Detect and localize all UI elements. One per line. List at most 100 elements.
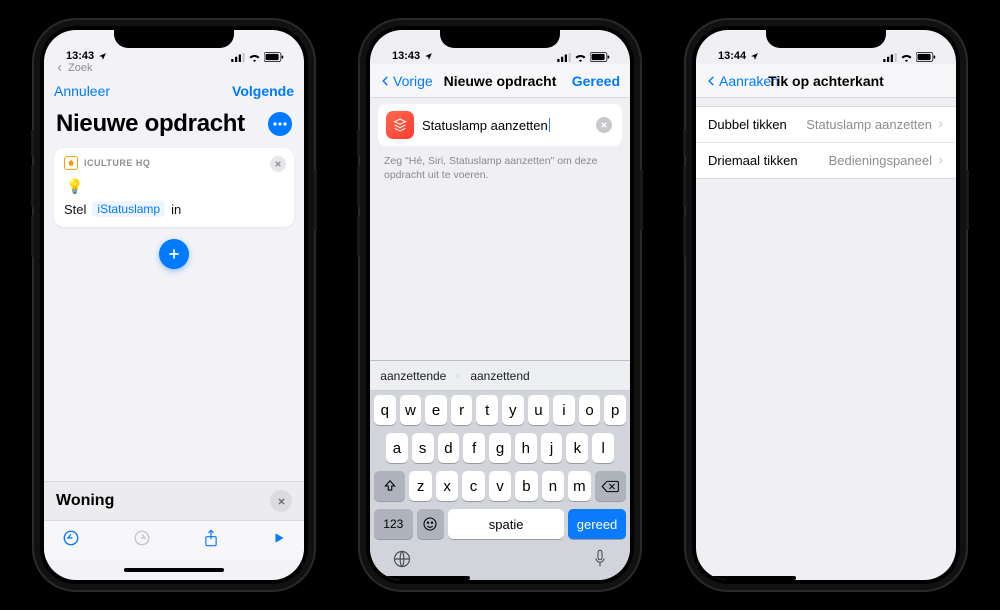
battery-icon	[916, 52, 936, 62]
device-chip[interactable]: iStatuslamp	[92, 201, 165, 217]
dictation-key[interactable]	[592, 549, 608, 574]
status-time: 13:43	[392, 50, 420, 62]
status-bar: 13:43	[44, 30, 304, 64]
suggestion-2[interactable]: aanzettend	[457, 369, 544, 383]
siri-hint: Zeg "Hé, Siri, Statuslamp aanzetten" om …	[370, 146, 630, 182]
status-time: 13:43	[66, 50, 94, 62]
play-icon[interactable]	[272, 530, 286, 551]
bottom-toolbar	[44, 520, 304, 560]
shortcut-name-field[interactable]: Statuslamp aanzetten	[378, 104, 622, 146]
key-w[interactable]: w	[400, 395, 422, 425]
back-button[interactable]: Vorige	[380, 73, 433, 89]
next-button[interactable]: Volgende	[232, 83, 294, 99]
chevron-left-icon	[380, 73, 391, 89]
emoji-key[interactable]	[417, 509, 445, 539]
key-i[interactable]: i	[553, 395, 575, 425]
key-x[interactable]: x	[436, 471, 458, 501]
shift-icon	[383, 479, 397, 493]
suggestion-1[interactable]: aanzettende	[370, 369, 457, 383]
clear-text-button[interactable]	[596, 117, 612, 133]
key-k[interactable]: k	[566, 433, 588, 463]
back-button[interactable]: Aanraken	[706, 73, 779, 89]
row-triple-tap[interactable]: Driemaal tikken Bedieningspaneel	[696, 143, 956, 178]
done-button[interactable]: Gereed	[572, 73, 620, 89]
globe-key[interactable]	[392, 549, 412, 574]
key-f[interactable]: f	[463, 433, 485, 463]
key-o[interactable]: o	[579, 395, 601, 425]
action-card[interactable]: ICULTURE HQ 💡 Stel iStatuslamp in	[54, 148, 294, 227]
category-label: Woning	[56, 492, 114, 510]
space-key[interactable]: spatie	[448, 509, 564, 539]
home-icon	[64, 156, 78, 170]
row-label: Dubbel tikken	[708, 117, 787, 132]
key-p[interactable]: p	[604, 395, 626, 425]
more-button[interactable]	[268, 112, 292, 136]
keyboard: aanzettende aanzettend q w e r t y u i o…	[370, 360, 630, 580]
key-q[interactable]: q	[374, 395, 396, 425]
location-icon	[98, 52, 107, 61]
shortcut-icon[interactable]	[386, 111, 414, 139]
shortcut-name-text: Statuslamp aanzetten	[422, 118, 550, 133]
globe-icon	[392, 549, 412, 569]
key-h[interactable]: h	[515, 433, 537, 463]
page-title: Nieuwe opdracht	[56, 110, 245, 138]
battery-icon	[590, 52, 610, 62]
battery-icon	[264, 52, 284, 62]
location-icon	[424, 52, 433, 61]
home-indicator[interactable]	[44, 560, 304, 580]
key-j[interactable]: j	[541, 433, 563, 463]
redo-icon	[133, 529, 151, 552]
return-key[interactable]: gereed	[568, 509, 626, 539]
suggestion-bar: aanzettende aanzettend	[370, 361, 630, 391]
key-v[interactable]: v	[489, 471, 511, 501]
card-remove-button[interactable]	[270, 156, 286, 172]
key-r[interactable]: r	[451, 395, 473, 425]
key-e[interactable]: e	[425, 395, 447, 425]
sentence-pre: Stel	[64, 202, 86, 217]
sentence-post: in	[171, 202, 181, 217]
key-n[interactable]: n	[542, 471, 564, 501]
settings-list: Dubbel tikken Statuslamp aanzetten Driem…	[696, 106, 956, 179]
key-z[interactable]: z	[409, 471, 431, 501]
backspace-key[interactable]	[595, 471, 626, 501]
wifi-icon	[248, 53, 261, 62]
row-value: Bedieningspaneel	[829, 153, 932, 168]
home-indicator[interactable]	[696, 576, 956, 580]
nav-bar: Vorige Nieuwe opdracht Gereed	[370, 64, 630, 98]
add-action-button[interactable]	[159, 239, 189, 269]
status-time: 13:44	[718, 50, 746, 62]
key-m[interactable]: m	[568, 471, 590, 501]
card-header: ICULTURE HQ	[84, 158, 150, 168]
mic-icon	[592, 549, 608, 569]
key-u[interactable]: u	[528, 395, 550, 425]
home-indicator[interactable]	[370, 576, 630, 580]
location-icon	[750, 52, 759, 61]
key-b[interactable]: b	[515, 471, 537, 501]
row-value: Statuslamp aanzetten	[806, 117, 932, 132]
key-s[interactable]: s	[412, 433, 434, 463]
cellular-icon	[557, 53, 571, 62]
undo-icon[interactable]	[62, 529, 80, 552]
category-close-button[interactable]	[270, 490, 292, 512]
key-t[interactable]: t	[476, 395, 498, 425]
row-label: Driemaal tikken	[708, 153, 798, 168]
chevron-right-icon	[937, 155, 944, 166]
chevron-left-icon	[706, 73, 717, 89]
backspace-icon	[601, 480, 619, 493]
chevron-left-icon	[56, 64, 64, 72]
key-l[interactable]: l	[592, 433, 614, 463]
share-icon[interactable]	[203, 529, 219, 552]
key-a[interactable]: a	[386, 433, 408, 463]
key-d[interactable]: d	[438, 433, 460, 463]
row-double-tap[interactable]: Dubbel tikken Statuslamp aanzetten	[696, 107, 956, 143]
status-bar: 13:44	[696, 30, 956, 64]
emoji-icon	[422, 516, 438, 532]
category-row[interactable]: Woning	[44, 481, 304, 520]
key-y[interactable]: y	[502, 395, 524, 425]
key-c[interactable]: c	[462, 471, 484, 501]
key-g[interactable]: g	[489, 433, 511, 463]
shift-key[interactable]	[374, 471, 405, 501]
nav-bar: Annuleer Volgende	[44, 74, 304, 108]
cancel-button[interactable]: Annuleer	[54, 83, 110, 99]
numbers-key[interactable]: 123	[374, 509, 413, 539]
